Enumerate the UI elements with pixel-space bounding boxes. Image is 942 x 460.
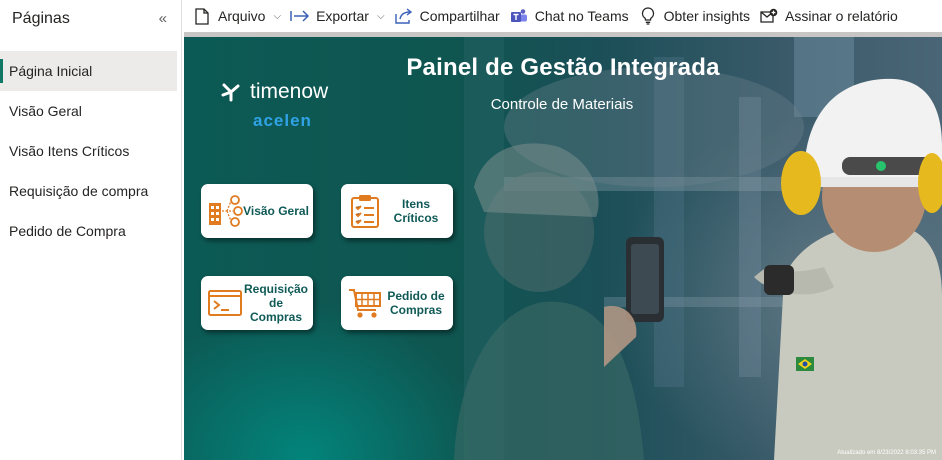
pedido-card-button[interactable]: Pedido de Compras: [341, 276, 453, 330]
chat-teams-label: Chat no Teams: [534, 8, 629, 24]
building-network-icon: [207, 193, 243, 229]
visao-geral-card-label: Visão Geral: [243, 204, 309, 218]
app-window: Páginas « Página Inicial Visão Geral Vis…: [0, 0, 942, 460]
sidebar-title: Páginas: [12, 9, 70, 27]
report-canvas: timenow acelen Painel de Gestão Integrad…: [184, 37, 942, 460]
lightbulb-icon: [638, 6, 658, 26]
itens-criticos-card-label: Itens Críticos: [393, 197, 439, 225]
arquivo-menu[interactable]: Arquivo ⌵: [190, 0, 288, 32]
compartilhar-button[interactable]: Compartilhar: [392, 0, 507, 32]
shopping-cart-icon: [347, 285, 383, 321]
chat-teams-button[interactable]: Chat no Teams: [507, 0, 636, 32]
pages-sidebar: Páginas « Página Inicial Visão Geral Vis…: [0, 0, 182, 460]
itens-criticos-card-button[interactable]: Itens Críticos: [341, 184, 453, 238]
toolbar: Arquivo ⌵ Exportar ⌵ Compartilhar Chat n…: [182, 0, 942, 32]
chevron-down-icon: ⌵: [273, 10, 282, 22]
acelen-logo: acelen: [253, 111, 312, 130]
exportar-menu[interactable]: Exportar ⌵: [288, 0, 392, 32]
exportar-label: Exportar: [316, 8, 369, 24]
assinar-relatorio-label: Assinar o relatório: [785, 8, 898, 24]
page-item-pedido-de-compra[interactable]: Pedido de Compra: [0, 211, 181, 251]
pedido-card-label: Pedido de Compras: [387, 289, 445, 317]
obter-insights-button[interactable]: Obter insights: [636, 0, 757, 32]
terminal-window-icon: [207, 285, 243, 321]
document-icon: [192, 6, 212, 26]
page-item-visao-geral[interactable]: Visão Geral: [0, 91, 181, 131]
visao-geral-card-button[interactable]: Visão Geral: [201, 184, 313, 238]
page-item-pagina-inicial[interactable]: Página Inicial: [0, 51, 177, 91]
sidebar-header: Páginas «: [0, 0, 181, 37]
requisicao-card-label: Requisição de Compras: [243, 282, 309, 324]
compartilhar-label: Compartilhar: [419, 8, 500, 24]
arquivo-label: Arquivo: [218, 8, 266, 24]
report-subtitle: Controle de Materiais: [490, 96, 634, 113]
obter-insights-label: Obter insights: [663, 8, 750, 24]
report-title: Painel de Gestão Integrada: [406, 54, 720, 81]
page-list: Página Inicial Visão Geral Visão Itens C…: [0, 51, 181, 251]
clipboard-checklist-icon: [347, 193, 383, 229]
last-updated-status: Atualizado em 8/23/2022 8:03:35 PM: [837, 450, 936, 456]
page-item-requisicao-de-compra[interactable]: Requisição de compra: [0, 171, 181, 211]
page-item-visao-itens-criticos[interactable]: Visão Itens Críticos: [0, 131, 181, 171]
requisicao-card-button[interactable]: Requisição de Compras: [201, 276, 313, 330]
assinar-relatorio-button[interactable]: Assinar o relatório: [757, 0, 905, 32]
chevron-down-icon: ⌵: [376, 10, 385, 22]
subscribe-icon: [759, 6, 779, 26]
teams-icon: [509, 6, 529, 26]
export-arrow-icon: [290, 6, 310, 26]
share-icon: [394, 6, 414, 26]
double-chevron-left-icon[interactable]: «: [159, 11, 167, 26]
